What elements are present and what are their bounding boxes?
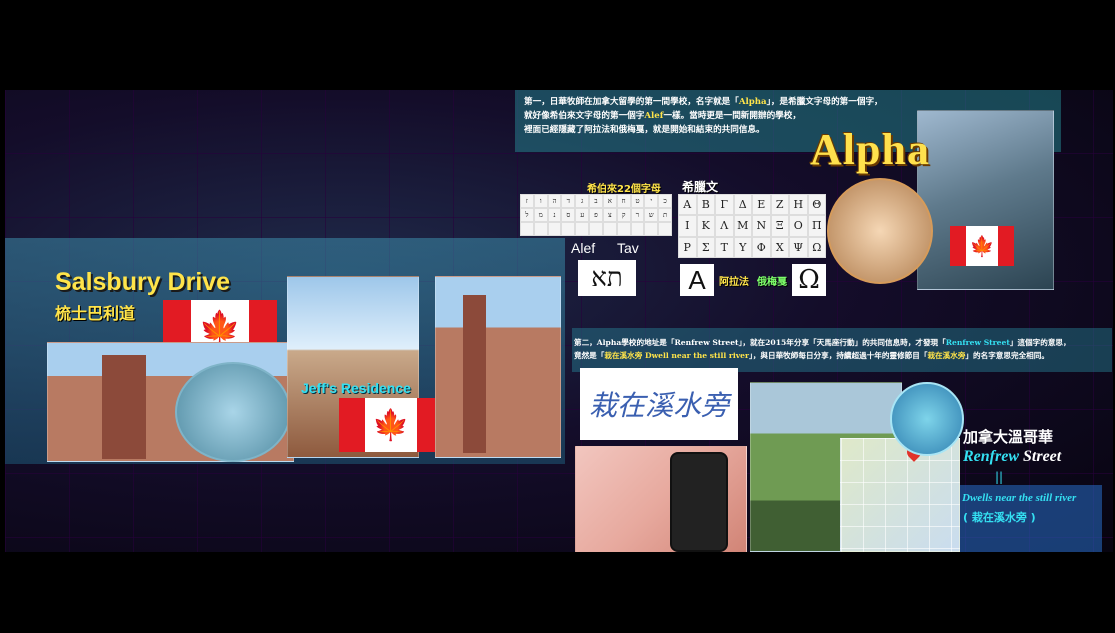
alpha-cn-label: 阿拉法 <box>719 277 749 288</box>
canada-flag-middle: 🍁 <box>339 398 443 452</box>
upper-text-line-1: 第一，日華牧師在加拿大留學的第一間學校，名字就是「Alpha」，是希臘文字母的第… <box>524 97 883 107</box>
dwells-text: Dwells near the still river <box>962 492 1077 504</box>
tav-label: Tav <box>617 240 639 256</box>
calligraphy-image: 栽在溪水旁 <box>580 368 738 440</box>
hebrew-label: 希伯來22個字母 <box>587 184 661 195</box>
renfrew-street-label: Renfrew Street <box>963 448 1062 465</box>
hebrew-alef-tav-glyphs: תא <box>578 260 636 296</box>
residence-label: Jeff's Residence <box>301 380 411 396</box>
slide-stage: 第一，日華牧師在加拿大留學的第一間學校，名字就是「Alpha」，是希臘文字母的第… <box>5 90 1113 552</box>
school-flag: 🍁 <box>950 226 1014 266</box>
salsbury-cn-title: 梳士巴利道 <box>55 304 136 323</box>
house-photo-right <box>435 276 561 458</box>
alpha-title: Alpha <box>810 125 930 174</box>
greek-alphabet-table: ΑΒΓΔΕΖΗΘ ΙΚΛΜΝΞΟΠ ΡΣΤΥΦΧΨΩ <box>678 194 826 258</box>
upper-text-line-2: 就好像希伯來文字母的第一個字Alef一樣。當時更是一間新開辦的學校， <box>524 111 801 121</box>
equals-mark: || <box>995 470 1004 484</box>
cartoon-teacher-image <box>827 178 933 284</box>
alpha-glyph: A <box>680 264 714 296</box>
vancouver-cn-label: 加拿大溫哥華 <box>963 428 1054 446</box>
lower-text-line-1: 第二，Alpha學校的地址是「Renfrew Street」，就在2015年分享… <box>574 338 1071 347</box>
cartoon-bath-image <box>175 362 291 462</box>
greek-label: 希臘文 <box>682 180 719 194</box>
dwells-cn-text: ( 栽在溪水旁 ) <box>963 511 1036 524</box>
hebrew-alphabet-table: זוהדגבאחטיכ למנסעפצקרשת <box>520 194 672 236</box>
alef-label: Alef <box>571 240 596 256</box>
cartoon-reader-image <box>890 382 964 456</box>
upper-text-line-3: 裡面已經隱藏了阿拉法和俄梅戛，就是開始和結束的共同信息。 <box>524 125 765 135</box>
omega-cn-label: 俄梅戛 <box>757 277 787 288</box>
phone-device-image <box>670 452 728 552</box>
omega-glyph: Ω <box>792 264 826 296</box>
maple-leaf-icon: 🍁 <box>969 234 995 258</box>
vancouver-map-image <box>840 438 960 552</box>
salsbury-title: Salsbury Drive <box>55 268 231 296</box>
maple-leaf-icon: 🍁 <box>372 407 410 443</box>
lower-text-line-2: 竟然是「栽在溪水旁 Dwell near the still river」，與日… <box>574 351 1049 360</box>
